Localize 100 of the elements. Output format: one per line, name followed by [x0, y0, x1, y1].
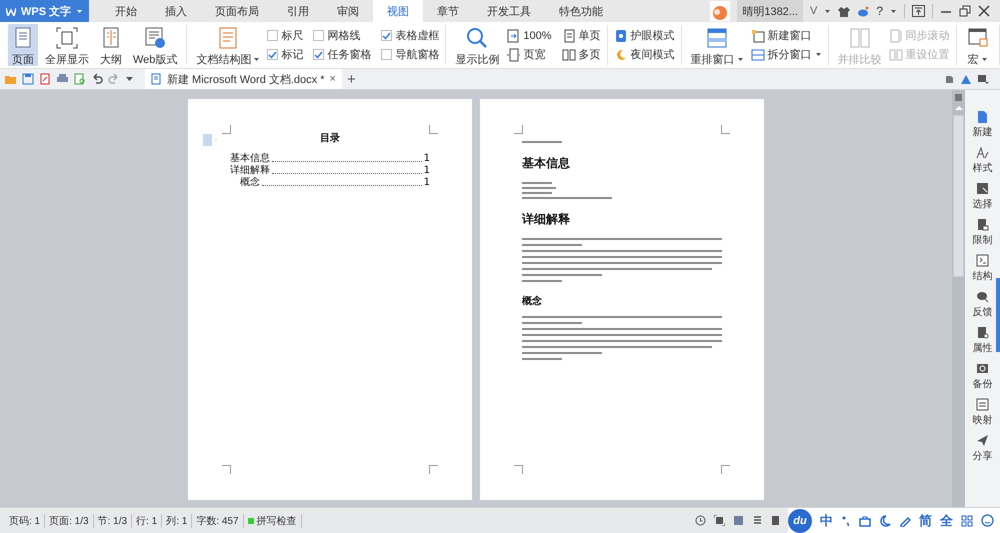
- checkbox[interactable]: 网格线: [313, 28, 372, 43]
- text-lines-drawing: [522, 141, 562, 143]
- ribbon-button[interactable]: 显示比例: [452, 24, 502, 66]
- ime-key[interactable]: 全: [940, 512, 953, 530]
- status-field: 页码: 1: [5, 514, 46, 528]
- ribbon-button[interactable]: 新建窗口: [750, 28, 822, 43]
- two-pages-icon: [562, 48, 576, 62]
- ribbon-button[interactable]: 重排窗口: [688, 24, 747, 66]
- restore-icon[interactable]: [959, 5, 971, 17]
- close-icon[interactable]: [978, 5, 990, 17]
- undo-icon[interactable]: [91, 73, 103, 85]
- ribbon-button[interactable]: 页宽: [506, 47, 552, 62]
- toc-entry[interactable]: 详细解释 1: [230, 165, 430, 177]
- checkbox[interactable]: 标记: [267, 47, 304, 62]
- ribbon-tab[interactable]: 审阅: [323, 0, 374, 22]
- pin-window-icon[interactable]: [912, 5, 925, 17]
- ribbon-tab[interactable]: 特色功能: [545, 0, 618, 22]
- history-icon[interactable]: [695, 515, 706, 526]
- cursor-icon: [976, 182, 989, 195]
- checkbox[interactable]: 标尺: [267, 28, 304, 43]
- ribbon-button[interactable]: 多页: [562, 47, 601, 62]
- ribbon-button[interactable]: 100%: [506, 28, 552, 43]
- scrollbar[interactable]: [952, 90, 965, 507]
- task-pane-button[interactable]: 分享: [972, 434, 992, 463]
- task-pane-button[interactable]: 限制: [972, 218, 992, 247]
- ribbon-tab[interactable]: 视图: [373, 0, 424, 22]
- task-pane-button[interactable]: 反馈: [972, 290, 992, 319]
- ribbon-button[interactable]: Web版式: [130, 24, 180, 66]
- task-pane-button[interactable]: 映射: [972, 398, 992, 427]
- ribbon-button[interactable]: 大纲: [96, 24, 126, 66]
- ribbon-button[interactable]: 文档结构图: [193, 24, 264, 66]
- check-icon: [268, 50, 278, 58]
- corner-mark: [429, 465, 438, 474]
- task-pane-button[interactable]: 属性: [972, 326, 992, 355]
- toc-entry[interactable]: 基本信息 1: [230, 153, 430, 165]
- checkbox[interactable]: 导航窗格: [381, 47, 440, 62]
- web-view-icon[interactable]: [771, 515, 782, 526]
- ribbon-button[interactable]: 拆分窗口: [750, 47, 822, 62]
- new-tab-button[interactable]: +: [346, 70, 356, 88]
- account-button[interactable]: 晴明1382...: [737, 0, 803, 22]
- document-icon: [976, 110, 989, 123]
- ribbon-button[interactable]: 全屏显示: [42, 24, 92, 66]
- document-tab[interactable]: 新建 Microsoft Word 文档.docx * ×: [145, 69, 342, 89]
- ribbon-button[interactable]: 页面: [8, 24, 38, 66]
- page-view-icon[interactable]: [733, 515, 744, 526]
- preview-icon[interactable]: [74, 73, 86, 85]
- task-pane-button[interactable]: 新建: [972, 110, 992, 139]
- ribbon-button[interactable]: 宏: [962, 24, 993, 66]
- toc-entry[interactable]: 概念 1: [230, 177, 430, 189]
- search-icon: [465, 26, 490, 50]
- pencil-icon[interactable]: [899, 514, 911, 526]
- ribbon-tab[interactable]: 插入: [151, 0, 202, 22]
- ribbon-button[interactable]: 单页: [562, 28, 601, 43]
- help-button[interactable]: ?: [876, 4, 883, 18]
- grid-icon[interactable]: [961, 514, 973, 526]
- task-pane-button[interactable]: 选择: [972, 182, 992, 211]
- ribbon-tab[interactable]: 开发工具: [473, 0, 546, 22]
- logo-icon: [6, 6, 16, 16]
- task-pane-button[interactable]: 样式: [972, 146, 992, 175]
- corner-mark: [514, 465, 523, 474]
- ribbon-tab[interactable]: 章节: [423, 0, 474, 22]
- punctuation-icon[interactable]: [841, 514, 851, 526]
- caret-icon[interactable]: [125, 76, 134, 82]
- smiley-icon[interactable]: [981, 514, 994, 527]
- section-heading: 基本信息: [522, 155, 571, 172]
- toolbox-icon[interactable]: [859, 514, 871, 526]
- panel-toggle[interactable]: [996, 278, 1000, 352]
- panel-menu-icon[interactable]: [977, 74, 989, 84]
- fullscreen-icon[interactable]: [714, 515, 725, 526]
- new-window-icon: [750, 28, 765, 42]
- spell-check-button[interactable]: 拼写检查: [244, 514, 302, 528]
- ribbon-button[interactable]: 夜间模式: [614, 47, 675, 62]
- task-pane-button[interactable]: 结构: [972, 254, 992, 283]
- split-window-icon: [750, 48, 765, 62]
- app-menu-button[interactable]: WPS 文字: [0, 0, 90, 22]
- checkbox[interactable]: 任务窗格: [313, 47, 372, 62]
- eye-icon: [614, 28, 628, 42]
- ribbon-tab[interactable]: 引用: [273, 0, 324, 22]
- moon-icon[interactable]: [879, 514, 891, 526]
- check-icon: [382, 32, 392, 40]
- ime-logo[interactable]: du: [788, 508, 812, 532]
- page-width-icon: [506, 48, 520, 62]
- pdf-icon[interactable]: [39, 73, 51, 85]
- status-field: 字数: 457: [192, 514, 244, 528]
- outline-view-icon[interactable]: [752, 515, 763, 526]
- check-icon: [314, 50, 324, 58]
- save-icon[interactable]: [22, 73, 34, 85]
- ribbon-tab[interactable]: 页面布局: [201, 0, 274, 22]
- ime-key[interactable]: 简: [919, 512, 932, 530]
- close-tab-button[interactable]: ×: [330, 73, 336, 85]
- ime-key[interactable]: 中: [820, 512, 833, 530]
- shirt-icon[interactable]: [838, 6, 850, 16]
- cloud-icon[interactable]: [960, 74, 972, 84]
- reset-pages-icon: [888, 48, 903, 62]
- task-pane-button[interactable]: 备份: [972, 362, 992, 391]
- print-icon[interactable]: [56, 73, 69, 85]
- ribbon-button[interactable]: 护眼模式: [614, 28, 675, 43]
- checkbox[interactable]: 表格虚框: [381, 28, 440, 43]
- paper-plane-icon: [976, 434, 989, 447]
- ribbon-tab[interactable]: 开始: [101, 0, 152, 22]
